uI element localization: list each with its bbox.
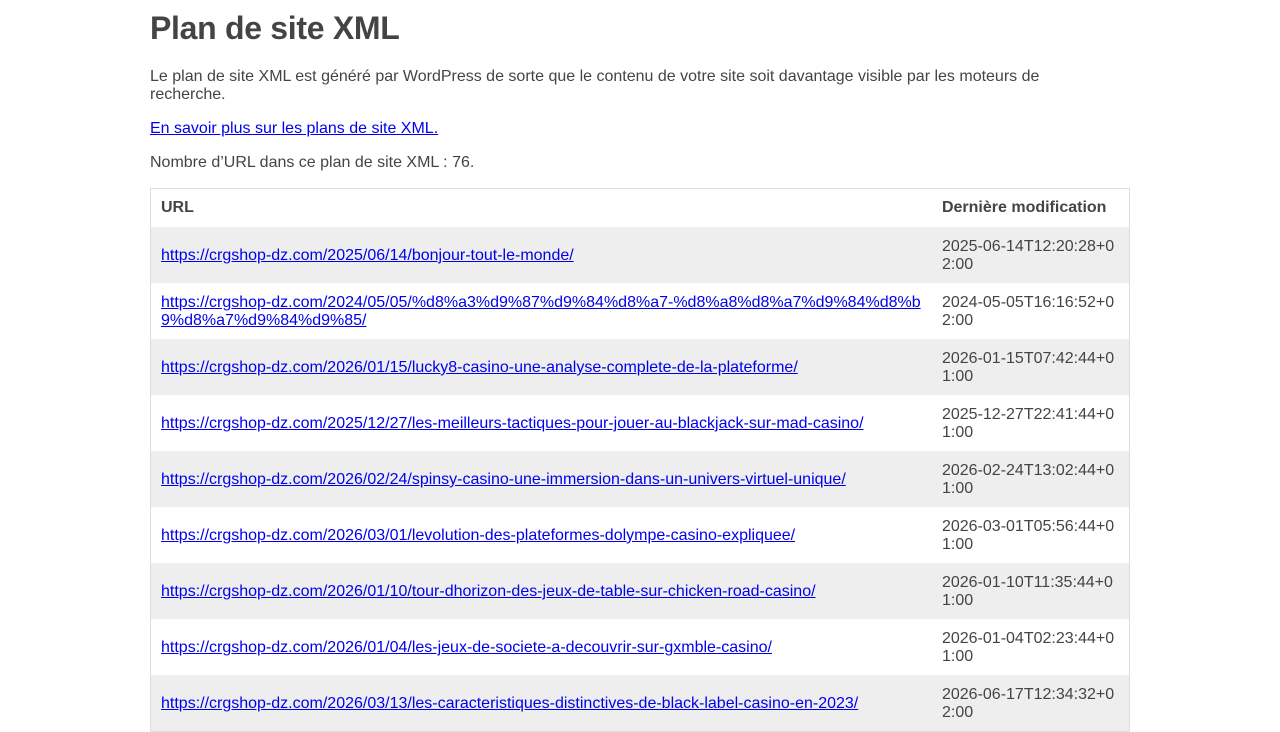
sitemap-description: Le plan de site XML est généré par WordP…: [150, 68, 1040, 103]
sitemap-container: Plan de site XML Le plan de site XML est…: [150, 0, 1130, 732]
lastmod-cell: 2026-01-10T11:35:44+01:00: [931, 563, 1130, 619]
url-cell: https://crgshop-dz.com/2026/01/15/lucky8…: [150, 339, 932, 395]
url-link[interactable]: https://crgshop-dz.com/2025/06/14/bonjou…: [161, 247, 574, 264]
url-link[interactable]: https://crgshop-dz.com/2026/01/10/tour-d…: [161, 583, 816, 600]
table-row: https://crgshop-dz.com/2025/06/14/bonjou…: [150, 227, 1130, 283]
url-link[interactable]: https://crgshop-dz.com/2026/03/13/les-ca…: [161, 695, 858, 712]
url-cell: https://crgshop-dz.com/2026/02/24/spinsy…: [150, 451, 932, 507]
table-row: https://crgshop-dz.com/2026/01/04/les-je…: [151, 619, 1130, 675]
table-row: https://crgshop-dz.com/2026/02/24/spinsy…: [150, 451, 1130, 507]
url-cell: https://crgshop-dz.com/2025/12/27/les-me…: [151, 395, 932, 451]
url-link[interactable]: https://crgshop-dz.com/2026/02/24/spinsy…: [161, 471, 846, 488]
url-link[interactable]: https://crgshop-dz.com/2026/03/01/levolu…: [161, 527, 795, 544]
table-row: https://crgshop-dz.com/2026/01/10/tour-d…: [150, 563, 1130, 619]
table-row: https://crgshop-dz.com/2026/03/01/levolu…: [151, 507, 1130, 563]
url-link[interactable]: https://crgshop-dz.com/2024/05/05/%d8%a3…: [161, 294, 921, 329]
lastmod-cell: 2026-03-01T05:56:44+01:00: [941, 518, 1115, 553]
column-header-lastmod: Dernière modification: [941, 199, 1107, 216]
url-link[interactable]: https://crgshop-dz.com/2025/12/27/les-me…: [161, 415, 864, 432]
url-cell: https://crgshop-dz.com/2026/01/04/les-je…: [151, 619, 932, 675]
url-link[interactable]: https://crgshop-dz.com/2026/01/15/lucky8…: [161, 359, 798, 376]
page-title: Plan de site XML: [150, 10, 400, 46]
table-row: https://crgshop-dz.com/2025/12/27/les-me…: [151, 395, 1130, 451]
sitemap-table: URL Dernière modification https://crgsho…: [150, 188, 1130, 732]
url-cell: https://crgshop-dz.com/2026/03/01/levolu…: [151, 507, 932, 563]
column-header-url: URL: [161, 199, 194, 216]
lastmod-cell: 2026-01-15T07:42:44+01:00: [931, 339, 1130, 395]
lastmod-cell: 2026-01-04T02:23:44+01:00: [941, 630, 1115, 665]
learn-more-paragraph: En savoir plus sur les plans de site XML…: [150, 120, 1130, 138]
table-row: https://crgshop-dz.com/2026/01/15/lucky8…: [150, 339, 1130, 395]
url-cell: https://crgshop-dz.com/2026/03/13/les-ca…: [150, 675, 932, 732]
url-count: Nombre d’URL dans ce plan de site XML : …: [150, 154, 475, 171]
table-row: https://crgshop-dz.com/2024/05/05/%d8%a3…: [151, 283, 1130, 339]
sitemap-rows: https://crgshop-dz.com/2025/06/14/bonjou…: [150, 227, 1130, 732]
url-link[interactable]: https://crgshop-dz.com/2026/01/04/les-je…: [161, 639, 772, 656]
url-cell: https://crgshop-dz.com/2026/01/10/tour-d…: [150, 563, 932, 619]
table-row: https://crgshop-dz.com/2026/03/13/les-ca…: [150, 675, 1130, 732]
table-header-row: URL Dernière modification: [151, 189, 1130, 228]
learn-more-link[interactable]: En savoir plus sur les plans de site XML…: [150, 120, 438, 137]
url-cell: https://crgshop-dz.com/2025/06/14/bonjou…: [150, 227, 932, 283]
lastmod-cell: 2026-06-17T12:34:32+02:00: [931, 675, 1130, 732]
lastmod-cell: 2024-05-05T16:16:52+02:00: [941, 294, 1115, 329]
lastmod-cell: 2025-06-14T12:20:28+02:00: [931, 227, 1130, 283]
lastmod-cell: 2026-02-24T13:02:44+01:00: [931, 451, 1130, 507]
url-cell: https://crgshop-dz.com/2024/05/05/%d8%a3…: [151, 283, 932, 339]
lastmod-cell: 2025-12-27T22:41:44+01:00: [941, 406, 1115, 441]
